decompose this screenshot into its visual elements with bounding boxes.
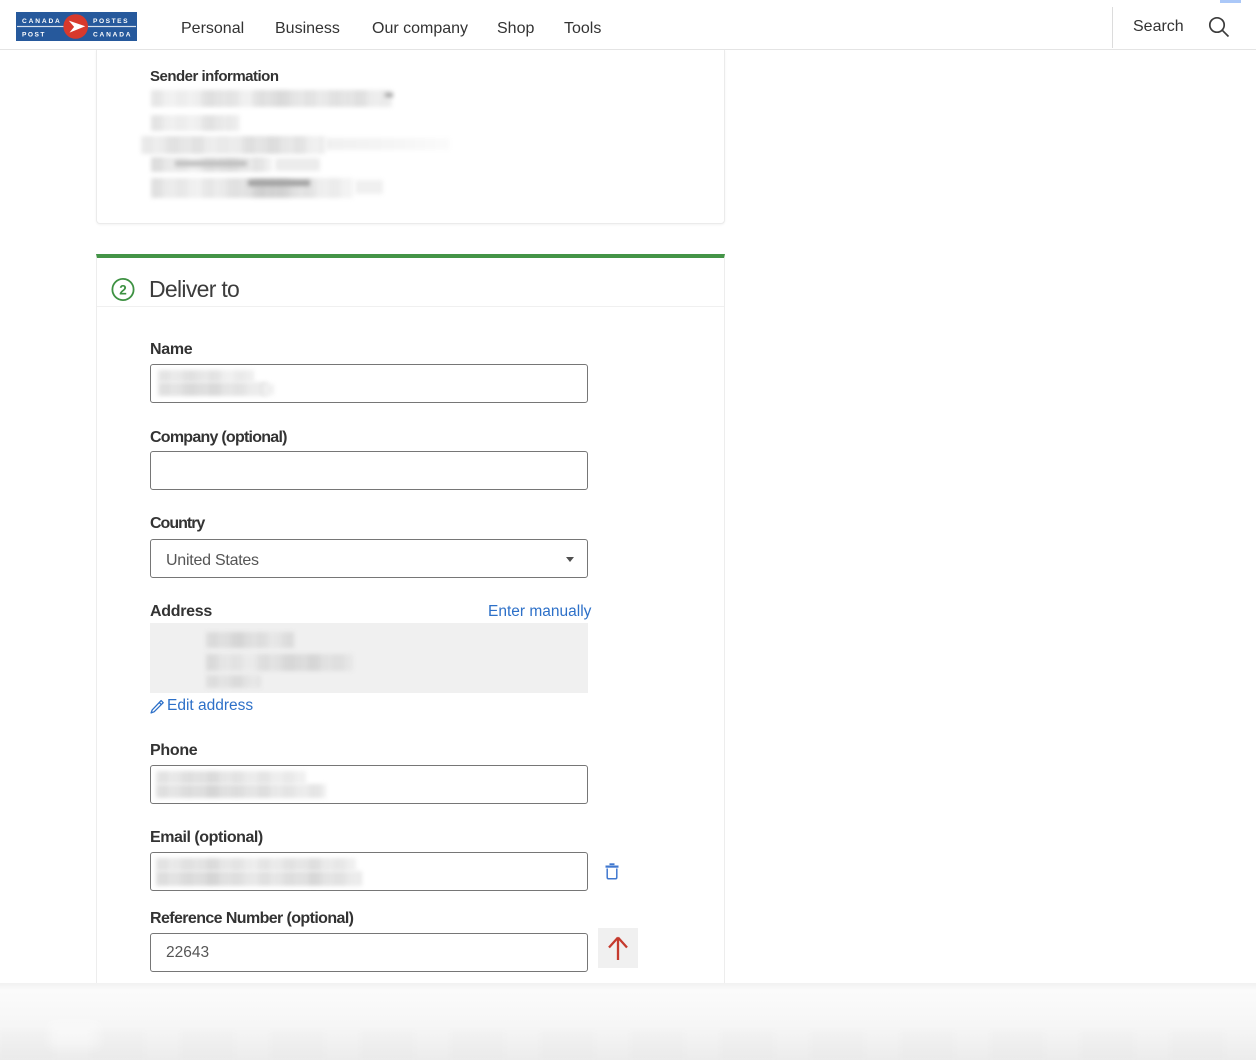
svg-text:CANADA: CANADA — [93, 32, 132, 39]
svg-text:POST: POST — [22, 32, 46, 39]
svg-text:POSTES: POSTES — [93, 18, 129, 25]
svg-text:2: 2 — [119, 282, 127, 297]
svg-text:CANADA: CANADA — [22, 18, 62, 25]
